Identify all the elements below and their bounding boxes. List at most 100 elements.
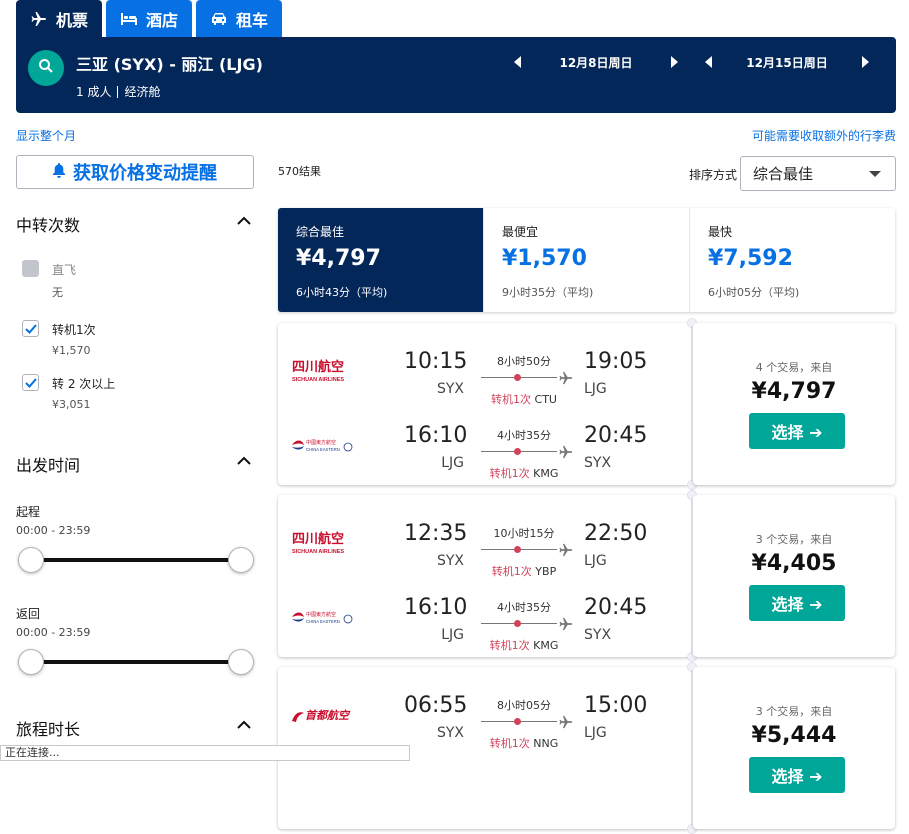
svg-text:中國東方航空: 中國東方航空 (306, 439, 336, 446)
arrival-time: 22:50 (584, 521, 648, 546)
airline-logo-sichuan: 四川航空 SICHUAN AIRLINES (290, 357, 356, 385)
arrival-time: 20:45 (584, 423, 648, 448)
bell-icon (53, 162, 65, 183)
tab-car-hire[interactable]: 租车 (196, 0, 283, 37)
duration-filter-title[interactable]: 旅程时长 (16, 716, 80, 740)
chevron-up-icon[interactable] (237, 216, 251, 226)
price-alert-label: 获取价格变动提醒 (73, 163, 217, 184)
departure-time: 16:10 (404, 595, 468, 620)
sort-select[interactable]: 综合最佳 (740, 156, 896, 191)
select-button[interactable]: 选择 ➔ (749, 757, 845, 793)
plane-icon (30, 10, 48, 28)
flight-duration: 10小时15分 (493, 527, 555, 540)
option-label: 直飞 (52, 263, 77, 277)
chevron-left-icon (705, 56, 712, 68)
passenger-cabin-summary[interactable]: 1 成人 经济舱 (76, 83, 160, 100)
return-next-date-button[interactable] (858, 55, 872, 69)
chevron-up-icon[interactable] (237, 720, 251, 730)
svg-text:CHINA EASTERN: CHINA EASTERN (306, 447, 340, 452)
departure-time: 16:10 (404, 423, 468, 448)
stop-dot (514, 620, 521, 627)
return-date[interactable]: 12月15日周日 (746, 54, 827, 71)
route-text[interactable]: 三亚 (SYX) - 丽江 (LJG) (76, 51, 263, 75)
chevron-up-icon[interactable] (237, 456, 251, 466)
select-button[interactable]: 选择 ➔ (749, 585, 845, 621)
select-button[interactable]: 选择 ➔ (749, 413, 845, 449)
flight-leg: 四川航空 SICHUAN AIRLINES 12:35 SYX 10小时15分 转机1次 … (278, 507, 691, 581)
stops-count: 转机1次 (489, 737, 530, 750)
sort-tabs: 综合最佳 ¥4,797 6小时43分（平均) 最便宜 ¥1,570 9小时35分… (278, 208, 895, 312)
checkbox-two-plus-stops[interactable] (22, 374, 39, 391)
outbound-prev-date-button[interactable] (511, 55, 525, 69)
departure-airport: SYX (436, 725, 464, 741)
vertical-tabs: 机票 酒店 租车 (16, 0, 283, 37)
return-time-slider-end-handle[interactable] (228, 649, 254, 675)
cabin-class: 经济舱 (124, 85, 161, 99)
via-airport: NNG (533, 737, 559, 750)
search-button[interactable] (28, 50, 64, 86)
tab-car-hire-label: 租车 (236, 10, 269, 30)
price-alert-button[interactable]: 获取价格变动提醒 (16, 155, 254, 189)
arrival-time: 19:05 (584, 349, 648, 374)
flight-leg: 首都航空 06:55 SYX 8小时05分 转机1次 NNG 15:00 LJG (278, 679, 691, 753)
chevron-left-icon (514, 56, 521, 68)
sort-select-value: 综合最佳 (753, 165, 814, 183)
arrival-airport: LJG (584, 553, 607, 569)
sort-tab-fastest[interactable]: 最快 ¥7,592 6小时05分（平均) (690, 208, 895, 312)
flight-leg: 四川航空 SICHUAN AIRLINES 10:15 SYX 8小时50分 转机1次 C… (278, 335, 691, 409)
caret-down-icon (869, 171, 881, 177)
via-airport: CTU (534, 393, 557, 406)
search-summary-bar: 三亚 (SYX) - 丽江 (LJG) 1 成人 经济舱 12月8日周日 12月1… (16, 37, 896, 113)
checkbox-one-stop[interactable] (22, 320, 39, 337)
sort-tab-price: ¥7,592 (708, 246, 793, 271)
outbound-time-slider-start-handle[interactable] (18, 547, 44, 573)
outbound-time-label: 起程 (16, 505, 41, 519)
outbound-next-date-button[interactable] (667, 55, 681, 69)
stop-dot (514, 448, 521, 455)
arrival-airport: LJG (584, 381, 607, 397)
deals-count: 3 个交易，来自 (755, 533, 833, 546)
price-panel: 3 个交易，来自 ¥5,444 选择 ➔ (693, 667, 895, 829)
itinerary-legs[interactable]: 四川航空 SICHUAN AIRLINES 12:35 SYX 10小时15分 转机1次 … (278, 495, 691, 657)
return-time-slider-start-handle[interactable] (18, 649, 44, 675)
chevron-right-icon (862, 56, 869, 68)
flight-duration: 8小时05分 (497, 699, 551, 712)
sort-tab-price: ¥1,570 (502, 246, 587, 271)
car-icon (210, 10, 228, 28)
price-panel: 3 个交易，来自 ¥4,405 选择 ➔ (693, 495, 895, 657)
svg-text:中國東方航空: 中國東方航空 (306, 611, 336, 618)
itinerary-card[interactable]: 四川航空 SICHUAN AIRLINES 12:35 SYX 10小时15分 转机1次 … (278, 490, 895, 662)
sort-label: 排序方式 (689, 168, 738, 182)
tab-hotels[interactable]: 酒店 (106, 0, 193, 37)
itinerary-card[interactable]: 四川航空 SICHUAN AIRLINES 10:15 SYX 8小时50分 转机1次 C… (278, 318, 895, 490)
arrival-airport: SYX (584, 455, 612, 471)
svg-text:CHINA EASTERN: CHINA EASTERN (306, 619, 340, 624)
show-whole-month-link[interactable]: 显示整个月 (16, 127, 76, 144)
stops-info: 转机1次 KMG (478, 637, 570, 653)
svg-text:SICHUAN AIRLINES: SICHUAN AIRLINES (292, 549, 344, 555)
tab-flights[interactable]: 机票 (16, 0, 103, 37)
baggage-fees-link[interactable]: 可能需要收取额外的行李费 (752, 127, 896, 144)
sort-tab-title: 最便宜 (502, 225, 539, 239)
checkbox-direct (22, 260, 39, 277)
stop-dot (514, 546, 521, 553)
return-time-slider-track[interactable] (30, 660, 242, 664)
return-prev-date-button[interactable] (702, 55, 716, 69)
plane-icon (559, 370, 573, 385)
sort-tab-cheapest[interactable]: 最便宜 ¥1,570 9小时35分（平均) (484, 208, 690, 312)
airline-logo-capital: 首都航空 (290, 701, 356, 729)
sort-tab-best[interactable]: 综合最佳 ¥4,797 6小时43分（平均) (278, 208, 484, 312)
flight-duration: 4小时35分 (497, 429, 551, 442)
stops-info: 转机1次 NNG (478, 735, 570, 751)
arrival-time: 20:45 (584, 595, 648, 620)
departure-airport: LJG (441, 455, 464, 471)
outbound-time-slider-track[interactable] (30, 558, 242, 562)
stops-filter-title[interactable]: 中转次数 (16, 212, 80, 236)
return-time-label: 返回 (16, 607, 41, 621)
itinerary-legs[interactable]: 四川航空 SICHUAN AIRLINES 10:15 SYX 8小时50分 转机1次 C… (278, 323, 691, 485)
departure-airport: SYX (436, 381, 464, 397)
stops-info: 转机1次 KMG (478, 465, 570, 481)
departure-time-filter-title[interactable]: 出发时间 (16, 452, 80, 476)
outbound-date[interactable]: 12月8日周日 (559, 54, 632, 71)
outbound-time-slider-end-handle[interactable] (228, 547, 254, 573)
